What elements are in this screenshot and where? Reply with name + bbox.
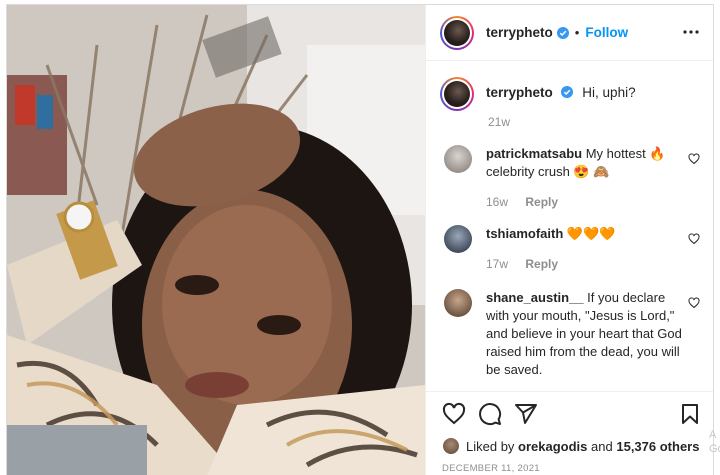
post-container: terrypheto • Follow terrypheto Hi, uphi?… — [6, 4, 714, 475]
verified-badge-icon — [556, 26, 569, 39]
likes-count[interactable]: 15,376 others — [616, 439, 699, 454]
commenter-avatar[interactable] — [444, 289, 472, 317]
commenter-username[interactable]: tshiamofaith — [486, 226, 563, 241]
author-username[interactable]: terrypheto — [486, 25, 553, 40]
comment-timestamp[interactable]: 16w — [486, 195, 508, 209]
more-options-icon[interactable] — [682, 25, 700, 39]
post-sidebar: terrypheto • Follow terrypheto Hi, uphi?… — [425, 5, 713, 475]
caption-timestamp[interactable]: 21w — [488, 115, 510, 129]
liker-username[interactable]: orekagodis — [518, 439, 587, 454]
heart-icon[interactable] — [688, 233, 700, 245]
likes-middle: and — [591, 438, 613, 454]
commenter-avatar[interactable] — [444, 145, 472, 173]
bookmark-icon[interactable] — [678, 402, 702, 426]
comment-icon[interactable] — [478, 402, 502, 426]
heart-icon[interactable] — [688, 153, 700, 165]
post-actions: Liked by orekagodis and 15,376 others DE… — [426, 391, 713, 475]
verified-badge-icon — [560, 86, 573, 98]
comment-text: 🧡🧡🧡 — [566, 226, 616, 241]
heart-icon[interactable] — [688, 297, 700, 309]
liker-avatar[interactable] — [442, 437, 460, 455]
photo-illustration — [7, 5, 425, 475]
reply-button[interactable]: Reply — [525, 195, 558, 209]
commenter-avatar[interactable] — [444, 225, 472, 253]
author-avatar[interactable] — [440, 15, 474, 50]
caption-username[interactable]: terrypheto — [486, 85, 553, 100]
comment-item: patrickmatsabu My hottest 🔥 celebrity cr… — [440, 145, 702, 211]
comment-timestamp[interactable]: 17w — [486, 257, 508, 271]
follow-button[interactable]: Follow — [585, 25, 628, 40]
post-header: terrypheto • Follow — [426, 5, 713, 61]
edge-fragment-1: A — [709, 429, 717, 441]
share-icon[interactable] — [514, 402, 538, 426]
edge-overflow-text: A Go — [709, 428, 720, 456]
comment-item: tshiamofaith 🧡🧡🧡 17w Reply — [440, 225, 702, 273]
comments-section: terrypheto Hi, uphi? 21w patrickmatsabu … — [426, 61, 713, 391]
comment-item: shane_austin__ If you declare with your … — [440, 289, 702, 379]
reply-button[interactable]: Reply — [525, 257, 558, 271]
post-date[interactable]: DECEMBER 11, 2021 — [442, 463, 540, 474]
heart-icon[interactable] — [442, 402, 466, 426]
likes-prefix: Liked by — [466, 438, 515, 454]
edge-fragment-2: Go — [709, 443, 720, 455]
likes-summary: Liked by orekagodis and 15,376 others — [442, 437, 699, 455]
commenter-username[interactable]: shane_austin__ — [486, 290, 584, 305]
caption-avatar[interactable] — [440, 77, 474, 111]
post-photo[interactable] — [7, 5, 425, 475]
commenter-username[interactable]: patrickmatsabu — [486, 146, 582, 161]
post-caption: terrypheto Hi, uphi? — [440, 77, 702, 111]
separator-dot: • — [574, 25, 580, 40]
caption-text: Hi, uphi? — [582, 85, 636, 100]
